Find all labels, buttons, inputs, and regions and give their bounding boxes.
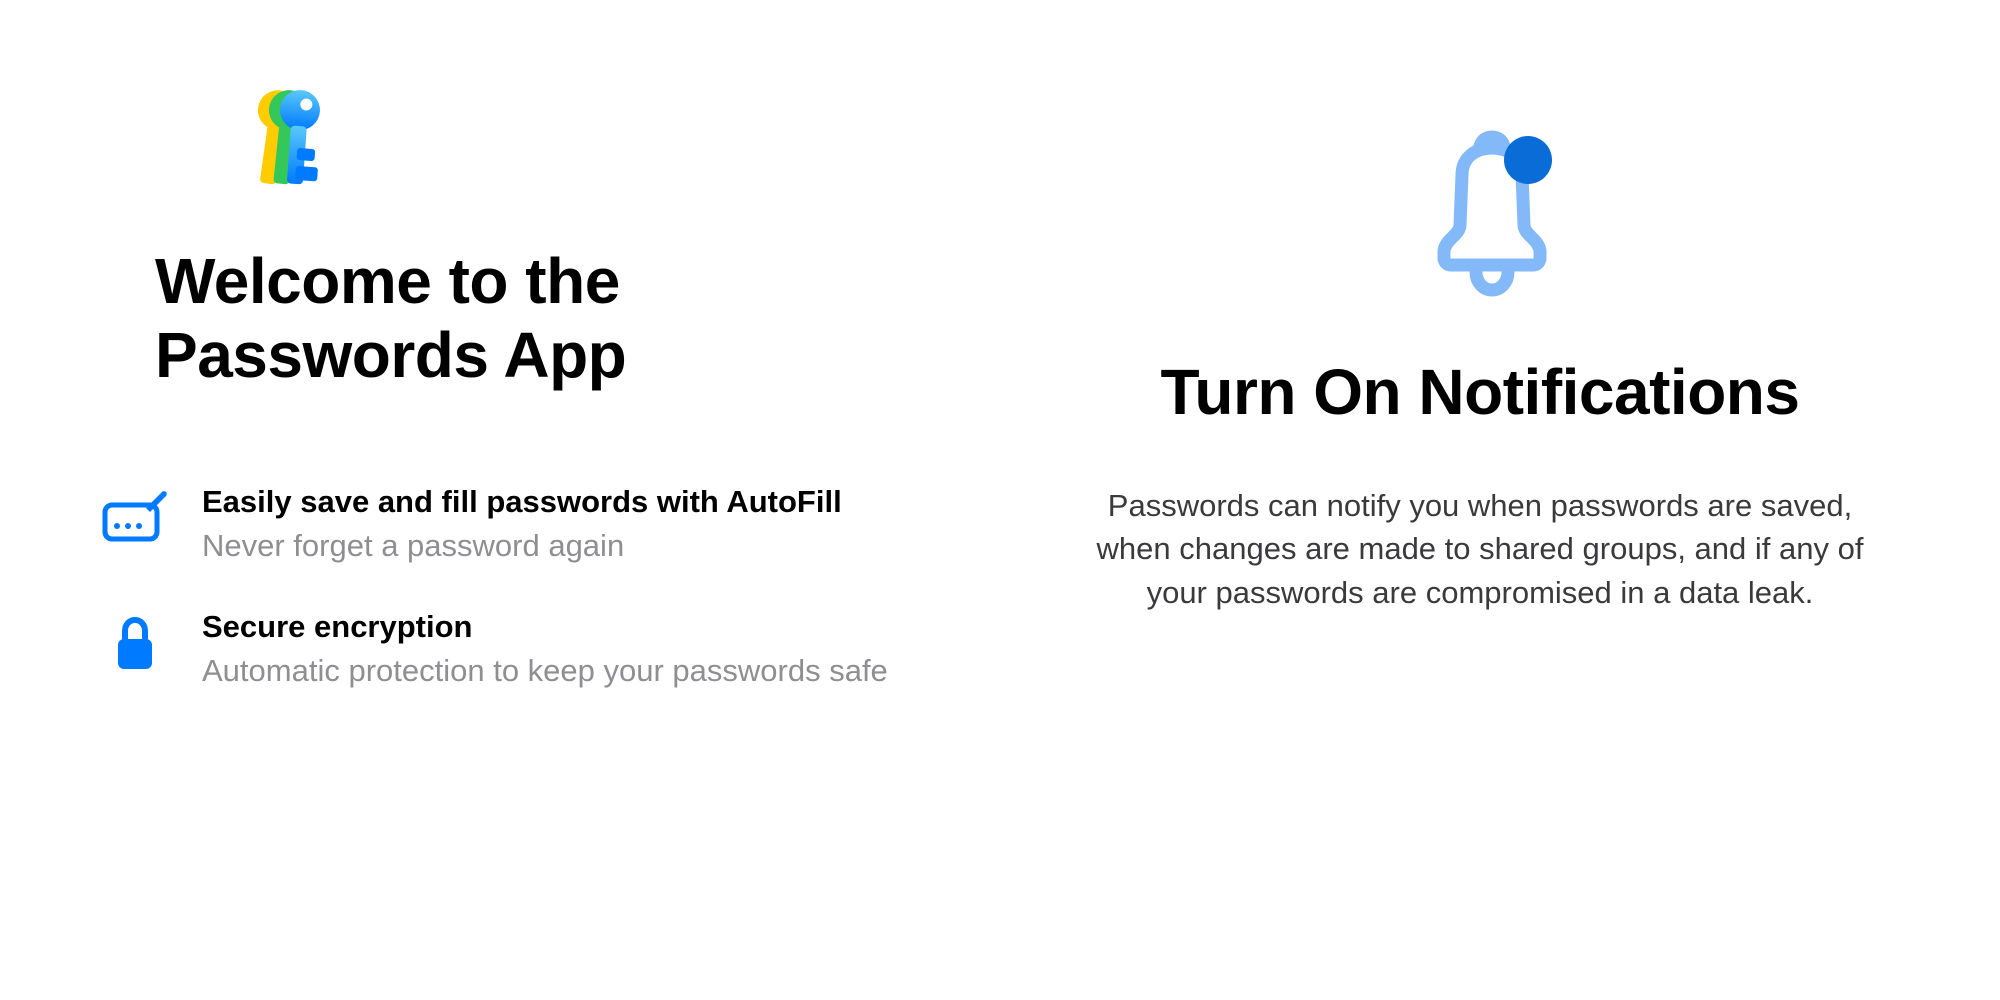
- feature-item-encryption: Secure encryption Automatic protection t…: [100, 607, 940, 692]
- notifications-title: Turn On Notifications: [1060, 355, 1900, 429]
- feature-text-autofill: Easily save and fill passwords with Auto…: [202, 482, 940, 567]
- feature-text-encryption: Secure encryption Automatic protection t…: [202, 607, 940, 692]
- welcome-panel: Welcome to the Passwords App Easily save…: [0, 0, 1000, 1000]
- notifications-panel: Turn On Notifications Passwords can noti…: [1000, 0, 2000, 1000]
- welcome-title: Welcome to the Passwords App: [155, 245, 940, 392]
- feature-subtitle-autofill: Never forget a password again: [202, 526, 940, 566]
- feature-list: Easily save and fill passwords with Auto…: [100, 482, 940, 691]
- passwords-app-icon: [210, 80, 330, 200]
- notifications-body: Passwords can notify you when passwords …: [1090, 484, 1870, 614]
- feature-title-encryption: Secure encryption: [202, 607, 940, 647]
- feature-item-autofill: Easily save and fill passwords with Auto…: [100, 482, 940, 567]
- feature-subtitle-encryption: Automatic protection to keep your passwo…: [202, 651, 940, 691]
- autofill-icon: [100, 482, 170, 544]
- lock-icon: [100, 607, 170, 671]
- feature-title-autofill: Easily save and fill passwords with Auto…: [202, 482, 940, 522]
- bell-badge-icon: [1060, 120, 1900, 300]
